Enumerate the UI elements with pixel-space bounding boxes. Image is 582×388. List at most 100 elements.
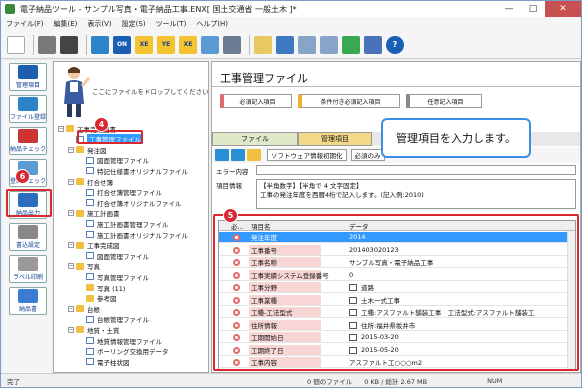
tree-item[interactable]: 参考図: [78, 294, 117, 303]
save-icon[interactable]: [60, 35, 78, 54]
tab-management-items[interactable]: 管理項目: [298, 132, 372, 146]
close-button[interactable]: ✕: [545, 1, 581, 17]
list-icon[interactable]: [276, 35, 294, 54]
toolbar: ON XE YE XE ?: [1, 31, 581, 59]
write-settings-button[interactable]: 書込設定: [9, 223, 47, 251]
info-line: 工事の発注年度を西暦4桁で記入します。(記入例:2010): [260, 191, 424, 199]
tree-item[interactable]: 写真 (11): [78, 283, 125, 293]
help-icon[interactable]: ?: [386, 35, 404, 54]
toolbar-separator: [33, 34, 34, 55]
help-book-icon[interactable]: [364, 35, 382, 54]
file-count: 0 個のファイル: [307, 377, 353, 386]
expand-toggle-icon[interactable]: −: [68, 263, 74, 270]
minimize-button[interactable]: —: [497, 1, 521, 17]
folder-icon: [76, 262, 84, 270]
xe-icon[interactable]: XE: [135, 35, 153, 54]
tree-icon[interactable]: [254, 35, 272, 54]
tree-item[interactable]: 図面管理ファイル: [78, 156, 149, 165]
info-label: 項目情報: [216, 182, 242, 190]
tree-item[interactable]: 電子柱状図: [78, 357, 130, 367]
expand-toggle-icon[interactable]: −: [68, 210, 74, 217]
file-register-button[interactable]: ファイル登録: [9, 95, 47, 123]
tree-item[interactable]: − 施工計画書: [68, 209, 120, 218]
menu-tools[interactable]: ツール(T): [156, 19, 187, 29]
tree-item[interactable]: − 地質・土質: [68, 325, 120, 335]
maximize-button[interactable]: □: [521, 1, 545, 17]
sheet2-icon[interactable]: [320, 35, 338, 54]
tree-item[interactable]: 施工計画書オリジナルファイル: [78, 230, 188, 240]
tree-item[interactable]: 施工計画書管理ファイル: [78, 219, 169, 229]
expand-toggle-icon[interactable]: −: [68, 305, 74, 312]
label-print-button[interactable]: ラベル印刷: [9, 255, 47, 283]
check-icon: [18, 129, 38, 143]
on-icon[interactable]: ON: [113, 35, 131, 54]
error-label: エラー内容: [216, 168, 249, 176]
menu-help[interactable]: ヘルプ(H): [196, 19, 228, 29]
refresh-icon[interactable]: [342, 35, 360, 54]
tree-item[interactable]: − 打合せ簿: [68, 177, 113, 187]
xe2-icon[interactable]: XE: [179, 35, 197, 54]
file-icon: [86, 315, 94, 323]
pc-icon[interactable]: [223, 35, 241, 54]
tree-item[interactable]: 台帳管理ファイル: [78, 315, 149, 324]
lock-icon[interactable]: [247, 149, 261, 161]
label-print-icon: [18, 257, 38, 271]
tree-item[interactable]: 打合せ簿管理ファイル: [78, 188, 162, 197]
scan-icon[interactable]: [201, 35, 219, 54]
tree-item[interactable]: − 台帳: [68, 304, 100, 314]
menu-file[interactable]: ファイル(F): [6, 19, 44, 29]
menu-settings[interactable]: 設定(S): [122, 19, 146, 29]
delivery-form-icon: [18, 289, 38, 303]
forward-arrow-icon[interactable]: [231, 149, 245, 161]
tree-item-label: 電子柱状図: [97, 358, 130, 367]
tree-item-label: 施工計画書管理ファイル: [97, 220, 169, 229]
open-icon[interactable]: [38, 35, 56, 54]
menu-edit[interactable]: 編集(E): [54, 19, 78, 29]
tab-file[interactable]: ファイル: [212, 132, 298, 146]
drop-zone[interactable]: ここにファイルをドロップしてください: [54, 62, 208, 120]
management-items-button[interactable]: 管理項目: [9, 63, 47, 91]
divider: [212, 86, 580, 87]
expand-toggle-icon[interactable]: −: [58, 125, 64, 132]
expand-toggle-icon[interactable]: −: [68, 146, 74, 153]
new-icon[interactable]: [7, 35, 25, 54]
folder-icon: [76, 209, 84, 217]
back-arrow-icon[interactable]: [215, 149, 229, 161]
legend-label: 任意記入項目: [427, 98, 464, 106]
toolbar-separator: [86, 34, 87, 55]
file-icon: [86, 167, 94, 175]
folder-icon: [76, 241, 84, 249]
file-icon: [86, 273, 94, 281]
software-info-reset-button[interactable]: ソフトウェア情報初期化: [267, 149, 347, 161]
menu-view[interactable]: 表示(V): [87, 19, 111, 29]
folder-icon: [76, 146, 84, 154]
tree-item[interactable]: 打合せ簿オリジナルファイル: [78, 198, 182, 208]
delivery-form-button[interactable]: 納品書: [9, 287, 47, 315]
delivery-check-button[interactable]: 納品チェック: [9, 127, 47, 155]
expand-toggle-icon[interactable]: −: [68, 178, 74, 185]
sheet-icon[interactable]: [298, 35, 316, 54]
highlight-output-button: [6, 189, 52, 217]
box-icon[interactable]: [91, 35, 109, 54]
tree-item[interactable]: 特記仕様書オリジナルファイル: [78, 166, 188, 176]
size-total: 0 KB / 総計 2.67 MB: [364, 377, 428, 386]
required-only-button[interactable]: 必須のみ: [350, 149, 385, 161]
legend-conditional: 条件付き必須記入項目: [298, 94, 400, 108]
tree-item[interactable]: 地質情報管理ファイル: [78, 336, 162, 346]
tree-item-label: 打合せ簿管理ファイル: [97, 189, 162, 198]
expand-toggle-icon[interactable]: −: [68, 326, 74, 333]
tree-item[interactable]: − 発注図: [68, 145, 107, 155]
button-label: 納品チェック: [10, 146, 47, 153]
step-marker-4: 4: [94, 117, 109, 132]
tree-item[interactable]: ボーリング交換用データ: [78, 347, 169, 356]
expand-toggle-icon[interactable]: −: [68, 242, 74, 249]
management-icon: [18, 65, 38, 79]
tree-item[interactable]: 写真管理ファイル: [78, 272, 149, 282]
tree-item[interactable]: − 工事完成図: [68, 241, 120, 250]
ye-icon[interactable]: YE: [157, 35, 175, 54]
tree-item[interactable]: 図面管理ファイル: [78, 251, 149, 261]
window-title: 電子納品ツール - サンプル写真・電子納品工事.ENX[ 国土交通省 一般土木 …: [20, 4, 297, 14]
tree-item[interactable]: − 写真: [68, 262, 100, 271]
tree-item-label: 打合せ簿: [87, 178, 113, 187]
file-icon: [86, 358, 94, 366]
